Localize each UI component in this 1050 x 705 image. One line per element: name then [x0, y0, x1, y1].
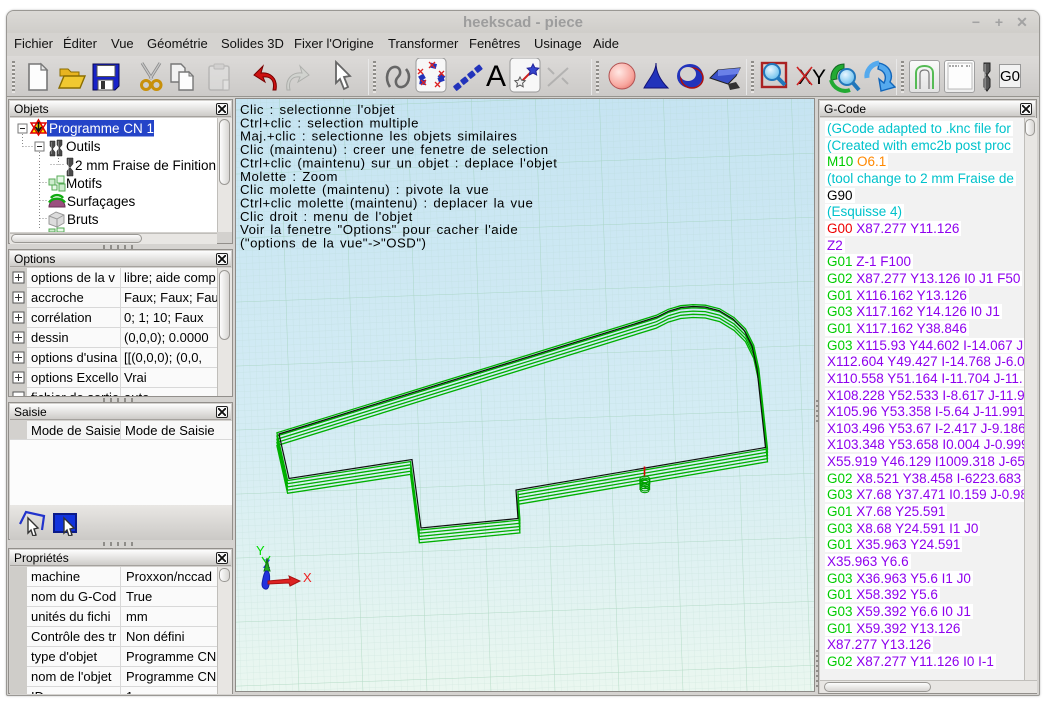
- svg-text:Motifs: Motifs: [66, 176, 102, 191]
- svg-text:options de la v: options de la v: [31, 270, 115, 285]
- svg-text:Programme CN 1: Programme CN 1: [49, 121, 154, 136]
- svg-text:nom de l'objet: nom de l'objet: [31, 669, 112, 684]
- svg-text:Surfaçages: Surfaçages: [67, 194, 136, 209]
- svg-text:fichier de sortie: fichier de sortie: [31, 390, 119, 396]
- svg-text:mm: mm: [126, 609, 148, 624]
- svg-text:[[(0,0,0); (0,0,: [[(0,0,0); (0,0,: [124, 350, 202, 365]
- svg-text:Outils: Outils: [66, 139, 101, 154]
- svg-text:type d'objet: type d'objet: [31, 649, 97, 664]
- svg-text:unités du fichi: unités du fichi: [31, 609, 111, 624]
- svg-text:XY: XY: [798, 66, 826, 89]
- svg-text:options d'usina: options d'usina: [31, 350, 118, 365]
- svg-text:Bruts: Bruts: [67, 212, 99, 227]
- svg-text:("options de la vue"->"OSD"): ("options de la vue"->"OSD"): [240, 236, 426, 251]
- svg-text:ID: ID: [31, 689, 44, 694]
- svg-text:libre; aide comp: libre; aide comp: [124, 270, 216, 285]
- svg-text:corrélation: corrélation: [31, 310, 92, 325]
- svg-text:accroche: accroche: [31, 290, 84, 305]
- svg-text:Y: Y: [256, 543, 265, 558]
- svg-text:X: X: [303, 570, 312, 585]
- svg-text:Programme CN: Programme CN: [126, 649, 216, 664]
- svg-text:0; 1; 10; Faux: 0; 1; 10; Faux: [124, 310, 204, 325]
- svg-text:Vrai: Vrai: [124, 370, 147, 385]
- svg-text:Faux; Faux; Fau: Faux; Faux; Fau: [124, 290, 217, 305]
- svg-text:options Excello: options Excello: [31, 370, 118, 385]
- svg-text:auto: auto: [124, 390, 149, 396]
- svg-text:dessin: dessin: [31, 330, 69, 345]
- svg-text:Non défini: Non défini: [126, 629, 185, 644]
- svg-text:2 mm Fraise de Finition: 2 mm Fraise de Finition: [75, 158, 216, 173]
- svg-text:machine: machine: [31, 569, 80, 584]
- svg-text:True: True: [126, 589, 152, 604]
- svg-text:1: 1: [126, 689, 133, 694]
- svg-text:Programme CN: Programme CN: [126, 669, 216, 684]
- svg-text:Proxxon/nccad: Proxxon/nccad: [126, 569, 212, 584]
- svg-text:Contrôle des tr: Contrôle des tr: [31, 629, 117, 644]
- svg-text:nom du G-Cod: nom du G-Cod: [31, 589, 116, 604]
- svg-text:A: A: [486, 60, 506, 93]
- svg-text:(0,0,0); 0.0000: (0,0,0); 0.0000: [124, 330, 209, 345]
